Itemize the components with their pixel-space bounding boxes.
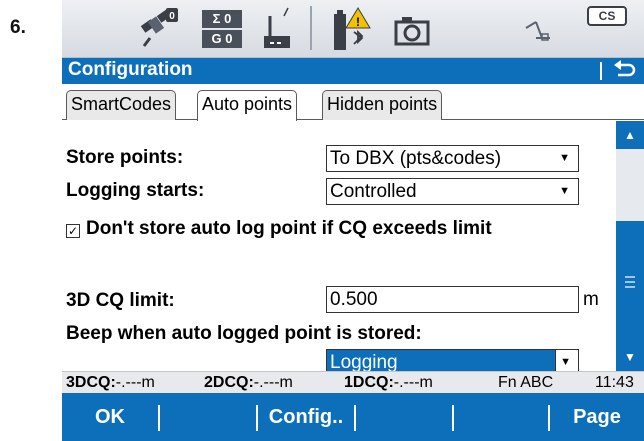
grip-line (625, 286, 635, 288)
scrollbar[interactable]: ▲ ▼ (616, 121, 644, 371)
ok-button[interactable]: OK (62, 393, 158, 441)
step-number: 6. (10, 17, 26, 38)
config-button[interactable]: Config.. (258, 393, 354, 441)
2dcq-readout: 2DCQ:-.---m (204, 374, 293, 391)
scroll-down-arrow-icon[interactable]: ▼ (616, 343, 644, 371)
tab-auto-points[interactable]: Auto points (197, 90, 298, 121)
store-points-select[interactable]: To DBX (pts&codes) ▼ (326, 145, 579, 172)
scroll-up-arrow-icon[interactable]: ▲ (616, 121, 644, 149)
store-points-label: Store points: (66, 147, 184, 168)
status-bar: 0 Σ 0 G 0 ! CS (62, 0, 644, 58)
tab-bar: SmartCodes Auto points Hidden points (62, 84, 644, 121)
tab-smartcodes[interactable]: SmartCodes (66, 90, 177, 120)
cq-limit-input[interactable]: 0.500 (326, 286, 579, 313)
battery-bluetooth-warning-icon[interactable]: ! (330, 6, 376, 52)
status-separator (310, 6, 312, 50)
dont-store-checkbox[interactable]: ✓ (66, 224, 80, 238)
satellite-count: 0 (169, 11, 175, 22)
empty-softkey[interactable] (356, 393, 452, 441)
title-separator (600, 62, 602, 80)
page-button[interactable]: Page (550, 393, 644, 441)
tab-hidden-points[interactable]: Hidden points (322, 90, 443, 120)
cq-limit-label: 3D CQ limit: (66, 290, 175, 311)
sigma-top: Σ 0 (202, 10, 242, 28)
empty-softkey[interactable] (160, 393, 256, 441)
satellite-icon[interactable]: 0 (136, 6, 182, 52)
title-bar: Configuration (62, 58, 644, 84)
dropdown-arrow-icon: ▼ (559, 185, 570, 197)
dont-store-row[interactable]: ✓ Don't store auto log point if CQ exceed… (66, 217, 611, 241)
form-content: Store points: To DBX (pts&codes) ▼ Loggi… (62, 121, 616, 376)
3dcq-readout: 3DCQ:-.---m (66, 374, 155, 391)
cq-limit-unit: m (583, 289, 599, 310)
beep-label: Beep when auto logged point is stored: (66, 323, 422, 344)
camera-icon[interactable] (392, 6, 432, 52)
clock-time: 11:43 (595, 374, 634, 391)
dont-store-label: Don't store auto log point if CQ exceeds… (86, 218, 492, 239)
cs-badge-icon[interactable]: CS (587, 6, 631, 28)
softkey-bar: OK Config.. Page (62, 393, 644, 441)
logging-starts-select[interactable]: Controlled ▼ (326, 178, 579, 205)
1dcq-readout: 1DCQ:-.---m (344, 374, 433, 391)
device-screen: 0 Σ 0 G 0 ! CS Configuration SmartCodes … (62, 0, 644, 441)
store-points-value: To DBX (pts&codes) (330, 148, 502, 169)
input-mode: Fn ABC (498, 374, 554, 391)
cs-label: CS (587, 6, 627, 26)
back-arrow-icon[interactable] (612, 60, 638, 82)
empty-softkey[interactable] (454, 393, 550, 441)
svg-text:!: ! (356, 15, 360, 29)
logging-starts-value: Controlled (330, 181, 417, 202)
sigma-bottom: G 0 (202, 30, 242, 48)
logging-starts-label: Logging starts: (66, 180, 205, 201)
grip-line (625, 281, 635, 283)
page-title: Configuration (68, 59, 193, 80)
info-bar: 3DCQ:-.---m 2DCQ:-.---m 1DCQ:-.---m Fn A… (62, 371, 644, 393)
scroll-thumb[interactable] (616, 221, 644, 345)
line-tool-icon[interactable] (522, 6, 556, 52)
beep-value: Logging (330, 352, 398, 373)
radio-antenna-icon[interactable] (258, 6, 298, 52)
grip-line (625, 276, 635, 278)
sigma-counter-icon[interactable]: Σ 0 G 0 (202, 6, 244, 52)
cq-limit-value: 0.500 (330, 289, 378, 310)
dropdown-arrow-icon: ▼ (559, 152, 570, 164)
